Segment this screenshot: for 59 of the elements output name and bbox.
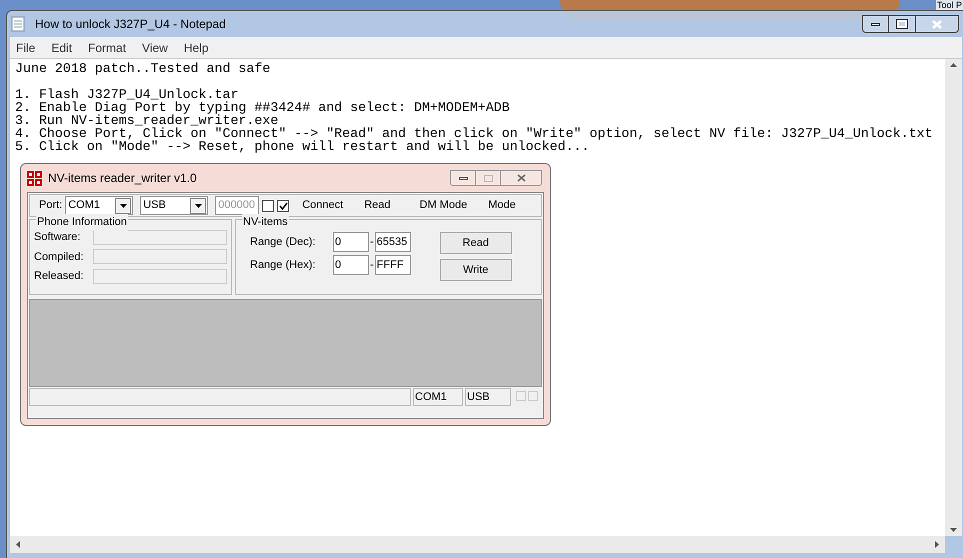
- range-to-field[interactable]: FFFF: [374, 255, 411, 275]
- vertical-scrollbar[interactable]: [945, 59, 962, 536]
- caret-icon: [120, 204, 127, 208]
- minimize-button[interactable]: [862, 15, 889, 33]
- menu-item[interactable]: View: [142, 38, 168, 56]
- status-connection: USB: [465, 388, 511, 406]
- scroll-up-icon: [950, 63, 957, 67]
- close-icon: [932, 20, 942, 28]
- group-title: Phone Information: [36, 214, 128, 230]
- action-button[interactable]: Read: [440, 232, 512, 254]
- range-from-field[interactable]: 0: [333, 255, 369, 275]
- toolbar-button[interactable]: Mode: [488, 197, 516, 214]
- close-icon: [516, 174, 526, 182]
- window-title: How to unlock J327P_U4 - Notepad: [35, 16, 226, 33]
- range-separator: -: [369, 234, 375, 250]
- status-port: COM1: [413, 388, 463, 406]
- close-button[interactable]: [500, 170, 542, 186]
- connection-dropdown[interactable]: USB: [140, 196, 208, 215]
- checkbox[interactable]: [277, 200, 290, 212]
- menu-item[interactable]: Format: [88, 38, 126, 56]
- port-label: Port:: [39, 198, 62, 214]
- menu-item[interactable]: Help: [184, 38, 209, 56]
- dropdown-button[interactable]: [115, 198, 132, 214]
- app-logo-icon: [27, 170, 42, 186]
- dialog-title: NV-items reader_writer v1.0: [48, 170, 197, 187]
- range-to-field[interactable]: 65535: [374, 232, 411, 252]
- text-line: 5. Click on "Mode" --> Reset, phone will restart and will be unlocked...: [15, 140, 590, 153]
- maximize-button[interactable]: [889, 15, 915, 33]
- action-button[interactable]: Write: [440, 259, 512, 281]
- range-from-field[interactable]: 0: [333, 232, 369, 252]
- checkbox[interactable]: [262, 200, 274, 212]
- minimize-button[interactable]: [450, 170, 476, 186]
- menu-item[interactable]: File: [16, 38, 36, 56]
- scroll-right-icon: [935, 541, 939, 548]
- text-line: 2. Enable Diag Port by typing ##3424# and select: DM+MODEM+ADB: [15, 101, 511, 114]
- field-label: Released:: [34, 269, 84, 284]
- check-icon: [278, 202, 288, 210]
- port-dropdown[interactable]: COM1: [65, 196, 134, 215]
- toolbar-button[interactable]: Read: [364, 197, 391, 214]
- range-label: Range (Dec):: [250, 234, 316, 250]
- field-label: Software:: [34, 230, 80, 245]
- text-line: 3. Run NV-items_reader_writer.exe: [15, 114, 278, 127]
- close-button[interactable]: [915, 15, 959, 33]
- text-line: 1. Flash J327P_U4_Unlock.tar: [15, 88, 238, 101]
- dropdown-button[interactable]: [190, 198, 206, 214]
- text-line: June 2018 patch..Tested and safe: [15, 62, 272, 75]
- toolbar-button[interactable]: Connect: [302, 197, 344, 214]
- text-line: 4. Choose Port, Click on "Connect" --> "Read" and then click on "Write" option, select NV file: J327P_U4_Unlock.txt: [15, 127, 934, 140]
- field-label: Compiled:: [34, 250, 84, 264]
- caret-icon: [194, 204, 202, 208]
- menu-item[interactable]: Edit: [51, 38, 72, 56]
- range-separator: -: [369, 258, 375, 273]
- toolbar-button[interactable]: DM Mode: [420, 197, 468, 214]
- horizontal-scrollbar[interactable]: [10, 536, 945, 553]
- desktop-label: Tool P: [936, 0, 963, 10]
- scroll-left-icon: [16, 541, 20, 548]
- range-label: Range (Hex):: [250, 258, 316, 273]
- notepad-icon: [11, 16, 25, 32]
- scroll-down-icon: [950, 528, 957, 532]
